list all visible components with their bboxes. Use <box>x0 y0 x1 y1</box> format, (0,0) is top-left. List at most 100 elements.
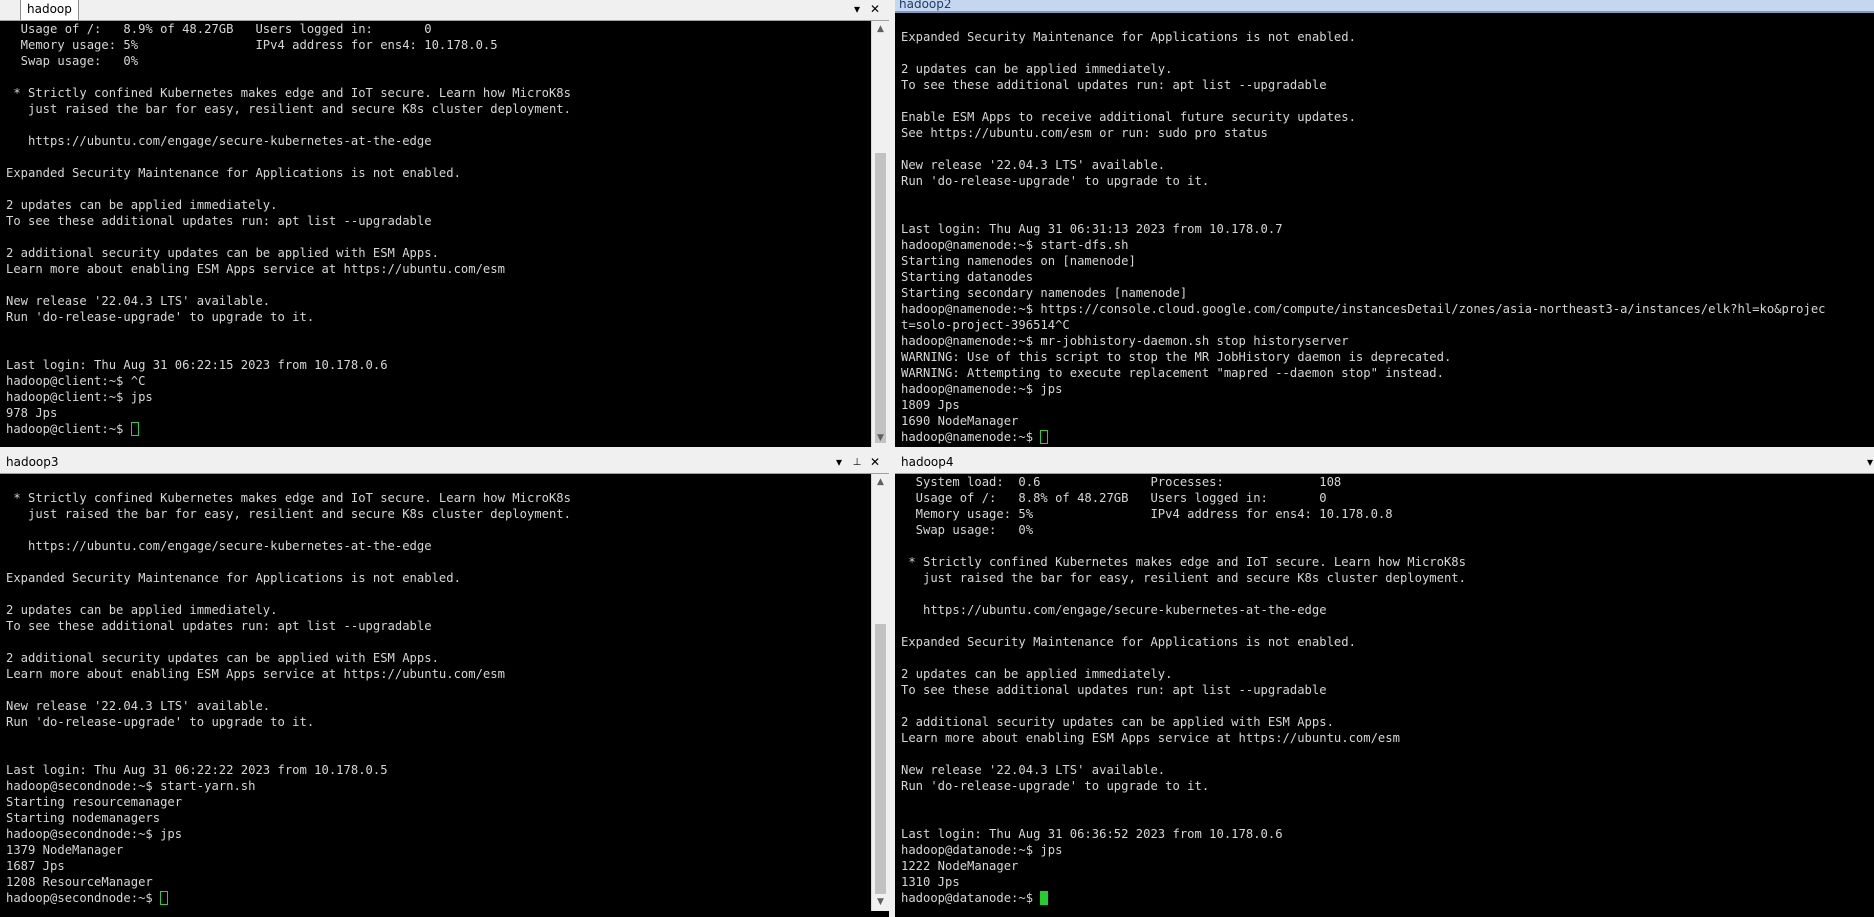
terminal-line: 2 additional security updates can be app… <box>6 246 439 260</box>
tab-bar: hadoop2 <box>895 0 1874 13</box>
terminal-prompt-line[interactable]: hadoop@namenode:~$ <box>901 429 1874 445</box>
terminal-line: Starting secondary namenodes [namenode] <box>901 286 1188 300</box>
terminal-line: 1690 NodeManager <box>901 414 1019 428</box>
terminal-line: Starting resourcemanager <box>6 795 183 809</box>
terminal-line: To see these additional updates run: apt… <box>901 683 1327 697</box>
prompt: hadoop@client:~$ <box>6 422 131 436</box>
pin-icon[interactable]: ⊥ <box>848 453 866 473</box>
terminal-line: 1208 ResourceManager <box>6 875 153 889</box>
terminal-line: Swap usage: 0% <box>6 54 139 68</box>
tab-bar: hadoop3 ▾ ⊥ ✕ <box>0 453 889 474</box>
terminal-prompt-line[interactable]: hadoop@secondnode:~$ <box>6 890 872 906</box>
terminal-line: 1310 Jps <box>901 875 960 889</box>
terminal-line: just raised the bar for easy, resilient … <box>6 102 571 116</box>
scrollbar[interactable]: ▲ ▼ <box>871 474 889 911</box>
terminal-line: To see these additional updates run: apt… <box>6 214 432 228</box>
terminal-output[interactable]: System load: 0.6 Processes: 108 Usage of… <box>895 474 1874 911</box>
terminal-line: System load: 0.6 Processes: 108 <box>901 475 1342 489</box>
cursor <box>1040 430 1049 444</box>
terminal-line: 2 updates can be applied immediately. <box>901 667 1173 681</box>
prompt: hadoop@datanode:~$ <box>901 891 1041 905</box>
terminal-line: Learn more about enabling ESM Apps servi… <box>6 667 505 681</box>
terminal-line: 2 additional security updates can be app… <box>6 651 439 665</box>
cursor <box>1040 891 1049 905</box>
terminal-line: Expanded Security Maintenance for Applic… <box>901 635 1356 649</box>
terminal-line: WARNING: Attempting to execute replaceme… <box>901 366 1444 380</box>
terminal-line: Starting nodemanagers <box>6 811 161 825</box>
terminal-line: hadoop@datanode:~$ jps <box>901 843 1063 857</box>
prompt: hadoop@secondnode:~$ <box>6 891 161 905</box>
scrollbar-thumb[interactable] <box>875 153 886 443</box>
pane-hadoop4: hadoop4 ▾ System load: 0.6 Processes: 10… <box>895 453 1874 917</box>
terminal-line: Learn more about enabling ESM Apps servi… <box>901 731 1400 745</box>
scroll-down-icon[interactable]: ▼ <box>872 430 889 447</box>
chevron-down-icon[interactable]: ▾ <box>830 453 848 473</box>
tab-hadoop2[interactable]: hadoop2 <box>895 0 1874 12</box>
tab-hadoop3[interactable]: hadoop3 <box>0 453 65 472</box>
terminal-line: New release '22.04.3 LTS' available. <box>6 699 271 713</box>
terminal-line: hadoop@namenode:~$ jps <box>901 382 1063 396</box>
terminal-output[interactable]: Expanded Security Maintenance for Applic… <box>895 13 1874 447</box>
tab-hadoop4[interactable]: hadoop4 <box>895 453 960 472</box>
terminal-line: Last login: Thu Aug 31 06:31:13 2023 fro… <box>901 222 1283 236</box>
terminal-line: hadoop@namenode:~$ mr-jobhistory-daemon.… <box>901 334 1349 348</box>
terminal-output[interactable]: Usage of /: 8.9% of 48.27GB Users logged… <box>0 21 872 447</box>
scrollbar[interactable]: ▲ ▼ <box>871 21 889 447</box>
scroll-up-icon[interactable]: ▲ <box>872 474 889 491</box>
terminal-line: hadoop@secondnode:~$ jps <box>6 827 183 841</box>
scrollbar-thumb[interactable] <box>875 624 886 894</box>
chevron-down-icon[interactable]: ▾ <box>1861 453 1874 473</box>
close-icon[interactable]: ✕ <box>866 453 884 473</box>
terminal-line: See https://ubuntu.com/esm or run: sudo … <box>901 126 1268 140</box>
close-icon[interactable]: ✕ <box>866 0 884 20</box>
scroll-up-icon[interactable]: ▲ <box>872 21 889 38</box>
tab-bar: hadoop4 ▾ <box>895 453 1874 474</box>
terminal-line: https://ubuntu.com/engage/secure-kuberne… <box>6 539 432 553</box>
terminal-prompt-line[interactable]: hadoop@client:~$ <box>6 421 872 437</box>
cursor <box>160 891 169 905</box>
terminal-line: * Strictly confined Kubernetes makes edg… <box>6 491 571 505</box>
terminal-line: hadoop@namenode:~$ https://console.cloud… <box>901 302 1826 316</box>
terminal-line: Run 'do-release-upgrade' to upgrade to i… <box>901 174 1210 188</box>
terminal-line: Memory usage: 5% IPv4 address for ens4: … <box>901 507 1393 521</box>
tab-bar: hadoop ▾ ✕ <box>0 0 889 21</box>
pane-hadoop3: hadoop3 ▾ ⊥ ✕ * Strictly confined Kubern… <box>0 453 889 917</box>
terminal-line: just raised the bar for easy, resilient … <box>901 571 1466 585</box>
cursor <box>130 422 139 436</box>
terminal-line: hadoop@client:~$ ^C <box>6 374 146 388</box>
chevron-down-icon[interactable]: ▾ <box>848 0 866 20</box>
terminal-line: Starting datanodes <box>901 270 1034 284</box>
tab-hadoop[interactable]: hadoop <box>20 0 79 20</box>
terminal-line: Expanded Security Maintenance for Applic… <box>6 571 461 585</box>
scroll-down-icon[interactable]: ▼ <box>872 894 889 911</box>
terminal-line: * Strictly confined Kubernetes makes edg… <box>901 555 1466 569</box>
terminal-prompt-line[interactable]: hadoop@datanode:~$ <box>901 890 1874 906</box>
terminal-line: New release '22.04.3 LTS' available. <box>6 294 271 308</box>
terminal-line: 978 Jps <box>6 406 58 420</box>
terminal-line: Run 'do-release-upgrade' to upgrade to i… <box>6 310 315 324</box>
terminal-output[interactable]: * Strictly confined Kubernetes makes edg… <box>0 474 872 917</box>
pane-hadoop2: hadoop2 Expanded Security Maintenance fo… <box>895 0 1874 447</box>
terminal-line: 1809 Jps <box>901 398 960 412</box>
terminal-line: Last login: Thu Aug 31 06:22:22 2023 fro… <box>6 763 388 777</box>
terminal-line: Swap usage: 0% <box>901 523 1034 537</box>
terminal-line: Usage of /: 8.8% of 48.27GB Users logged… <box>901 491 1327 505</box>
terminal-line: 1222 NodeManager <box>901 859 1019 873</box>
